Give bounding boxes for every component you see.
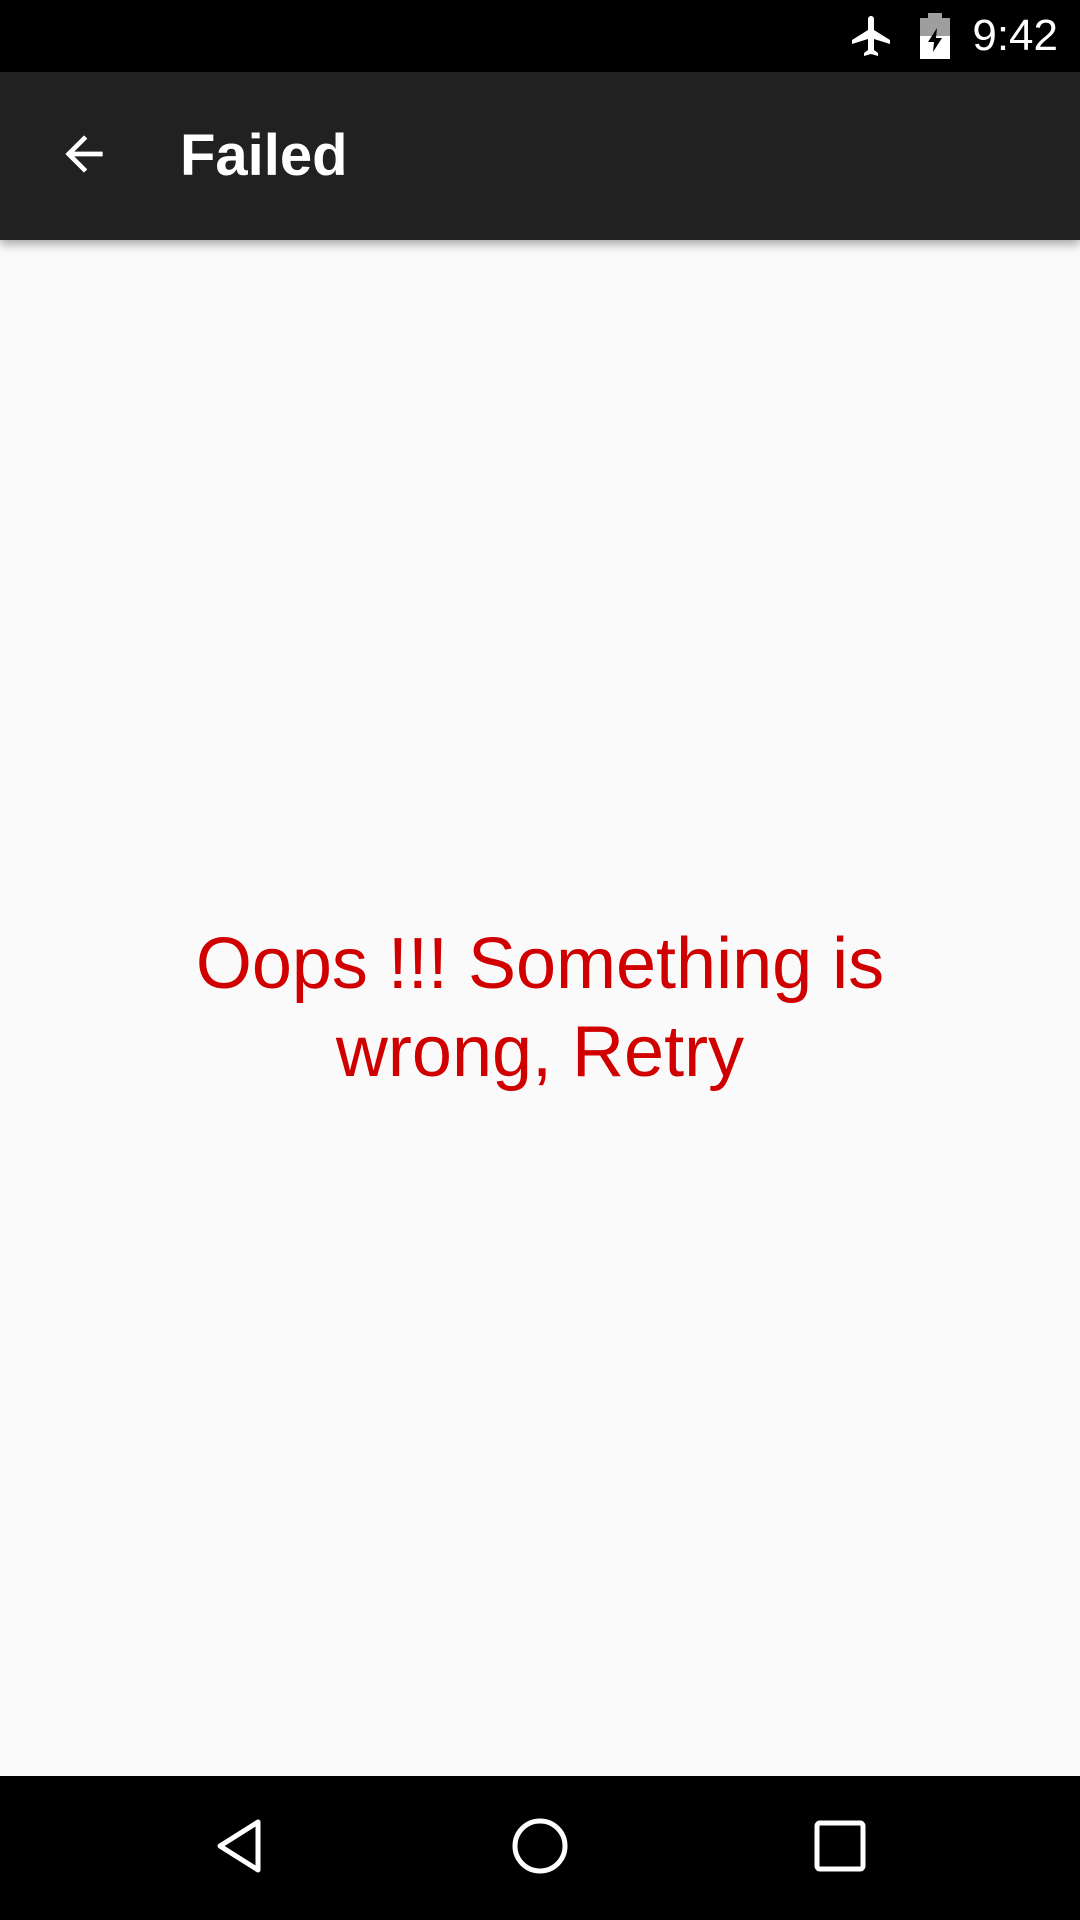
arrow-back-icon xyxy=(56,126,112,187)
status-clock: 9:42 xyxy=(972,11,1058,60)
nav-home-button[interactable] xyxy=(492,1800,588,1896)
nav-back-button[interactable] xyxy=(192,1800,288,1896)
airplane-mode-icon xyxy=(848,12,896,60)
status-icons: 9:42 xyxy=(848,0,1058,72)
back-button[interactable] xyxy=(36,108,132,204)
nav-recents-button[interactable] xyxy=(792,1800,888,1896)
navigation-bar xyxy=(0,1776,1080,1920)
nav-home-icon xyxy=(510,1816,570,1881)
app-bar: Failed xyxy=(0,72,1080,240)
screen: 9:42 Failed Oops !!! Something is wrong,… xyxy=(0,0,1080,1920)
nav-back-icon xyxy=(210,1816,270,1881)
nav-recents-icon xyxy=(812,1818,868,1879)
battery-charging-icon xyxy=(918,12,952,60)
error-retry-message[interactable]: Oops !!! Something is wrong, Retry xyxy=(160,920,920,1096)
status-bar: 9:42 xyxy=(0,0,1080,72)
main-content: Oops !!! Something is wrong, Retry xyxy=(0,240,1080,1776)
page-title: Failed xyxy=(180,123,348,188)
